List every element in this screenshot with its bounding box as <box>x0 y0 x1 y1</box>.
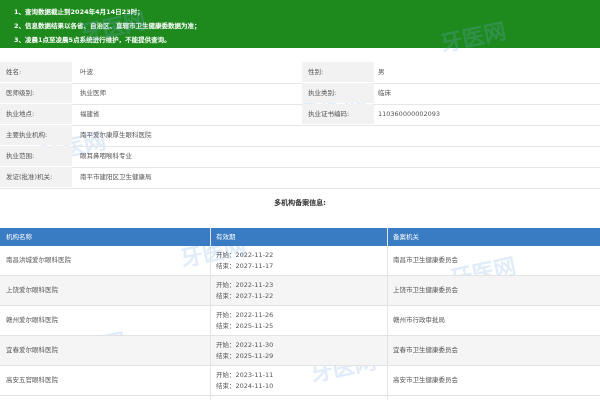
row-authority: 高安市卫生健康委员会 <box>393 376 458 384</box>
location-value: 福建省 <box>80 110 100 118</box>
header-validity: 有效期 <box>216 233 236 241</box>
info-row: 发证(批准)机关: 南平市建阳区卫生健康局 <box>0 167 600 189</box>
scope-label: 执业范围: <box>0 146 72 166</box>
table-row: 高安五官眼科医院 开始：2023-11-11 结束：2024-11-10 高安市… <box>0 366 600 396</box>
table-row: 宜春爱尔眼科医院 开始：2022-11-30 结束：2025-11-29 宜春市… <box>0 336 600 366</box>
location-label: 执业地点: <box>0 104 72 124</box>
row-org: 赣州爱尔眼科医院 <box>6 316 58 324</box>
row-org: 宜春爱尔眼科医院 <box>6 346 58 354</box>
row-authority: 上饶市卫生健康委员会 <box>393 286 458 294</box>
row-validity: 开始：2023-11-11 结束：2024-11-10 <box>216 370 273 392</box>
row-org: 高安五官眼科医院 <box>6 376 58 384</box>
notice-line-2: 2、信息数据结果以各省、自治区、直辖市卫生健康委数据为准； <box>14 22 201 30</box>
category-label: 执业类别: <box>302 83 374 103</box>
name-value: 叶波 <box>80 68 93 76</box>
level-value: 执业医师 <box>80 89 106 97</box>
row-validity: 开始：2022-11-22 结束：2027-11-17 <box>216 250 273 272</box>
info-row: 姓名: 叶波 性别: 男 <box>0 62 600 84</box>
notice-line-3: 3、凌晨1点至凌晨5点系统进行维护，不能提供查询。 <box>14 36 171 44</box>
column-divider <box>210 228 211 400</box>
name-label: 姓名: <box>0 62 72 82</box>
row-validity: 开始：2022-11-23 结束：2027-11-22 <box>216 280 273 302</box>
info-row: 医师级别: 执业医师 执业类别: 临床 <box>0 83 600 105</box>
row-end: 结束：2024-11-10 <box>216 382 274 390</box>
column-divider <box>387 228 388 400</box>
row-start: 开始：2023-11-11 <box>216 371 274 379</box>
gender-value: 男 <box>378 68 385 76</box>
gender-label: 性别: <box>302 62 374 82</box>
row-start: 开始：2022-11-26 <box>216 311 274 319</box>
row-validity: 开始：2022-11-26 结束：2025-11-25 <box>216 310 273 332</box>
category-value: 临床 <box>378 89 391 97</box>
row-end: 结束：2025-11-29 <box>216 352 274 360</box>
row-authority: 宜春市卫生健康委员会 <box>393 346 458 354</box>
info-row: 执业范围: 眼耳鼻咽喉科专业 <box>0 146 600 168</box>
row-authority: 南昌市卫生健康委员会 <box>393 256 458 264</box>
level-label: 医师级别: <box>0 83 72 103</box>
issuer-label: 发证(批准)机关: <box>0 167 72 187</box>
row-end: 结束：2027-11-17 <box>216 262 274 270</box>
records-title: 多机构备案信息: <box>274 199 326 207</box>
row-start: 开始：2022-11-30 <box>216 341 274 349</box>
table-row: 上饶爱尔眼科医院 开始：2022-11-23 结束：2027-11-22 上饶市… <box>0 276 600 306</box>
notice-banner: 1、查询数据截止到2024年4月14日23时； 2、信息数据结果以各省、自治区、… <box>0 0 600 48</box>
table-row: 赣州爱尔眼科医院 开始：2022-11-26 结束：2025-11-25 赣州市… <box>0 306 600 336</box>
table-header: 机构名称 有效期 备案机关 <box>0 228 600 246</box>
table-row: 南昌洪城爱尔眼科医院 开始：2022-11-22 结束：2027-11-17 南… <box>0 246 600 276</box>
row-end: 结束：2027-11-22 <box>216 292 274 300</box>
row-end: 结束：2025-11-25 <box>216 322 274 330</box>
row-org: 南昌洪城爱尔眼科医院 <box>6 256 71 264</box>
notice-line-1: 1、查询数据截止到2024年4月14日23时； <box>14 8 144 16</box>
header-authority: 备案机关 <box>393 233 419 241</box>
cert-value: 110360000002093 <box>378 110 441 118</box>
cert-label: 执业证书编码: <box>302 104 374 124</box>
row-start: 开始：2022-11-22 <box>216 251 274 259</box>
info-row: 执业地点: 福建省 执业证书编码: 110360000002093 <box>0 104 600 126</box>
org-label: 主要执业机构: <box>0 125 72 145</box>
row-authority: 赣州市行政审批局 <box>393 316 445 324</box>
issuer-value: 南平市建阳区卫生健康局 <box>80 173 152 181</box>
row-start: 开始：2022-11-23 <box>216 281 274 289</box>
header-org: 机构名称 <box>6 233 32 241</box>
row-validity: 开始：2022-11-30 结束：2025-11-29 <box>216 340 273 362</box>
info-row: 主要执业机构: 南平爱尔康厚生眼科医院 <box>0 125 600 147</box>
row-org: 上饶爱尔眼科医院 <box>6 286 58 294</box>
scope-value: 眼耳鼻咽喉科专业 <box>80 152 132 160</box>
org-value: 南平爱尔康厚生眼科医院 <box>80 131 152 139</box>
